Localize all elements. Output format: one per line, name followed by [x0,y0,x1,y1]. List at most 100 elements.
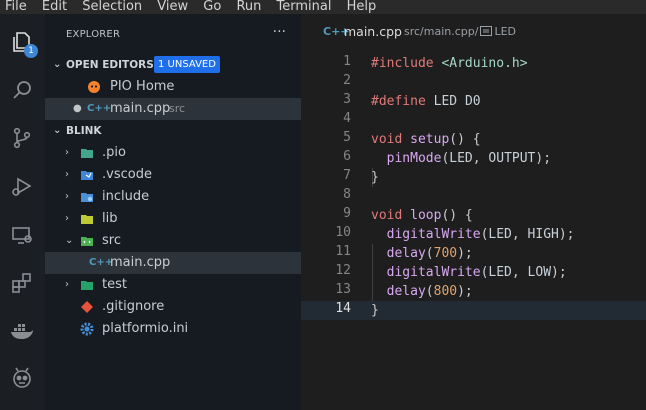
cpp-file-icon: C++ [87,103,112,114]
code-line[interactable]: delay(800); [371,282,473,301]
platformio-file-icon [88,81,100,93]
code-line[interactable] [371,111,379,130]
chevron-down-icon: ⌄ [53,125,62,136]
menu-view[interactable]: View [157,0,188,13]
line-number: 6 [343,149,351,164]
line-number: 4 [343,111,351,126]
folder-pio[interactable]: › ​.pio [45,142,301,164]
menu-edit[interactable]: Edit [42,0,67,13]
chevron-down-icon: ⌄ [53,59,62,70]
explorer-panel: EXPLORER ··· ⌄ OPEN EDITORS 1 UNSAVED PI… [45,14,301,410]
tree-item-label: .gitignore [102,299,165,314]
line-number: 1 [343,54,351,69]
folder-include[interactable]: › include [45,186,301,208]
file-main-cpp[interactable]: C++ main.cpp [45,252,301,274]
menu-file[interactable]: File [5,0,27,13]
code-line[interactable]: } [371,168,379,187]
open-editor-main-cpp[interactable]: ● C++ main.cpp src [45,98,301,120]
run-debug-icon[interactable] [8,172,36,200]
line-number: 7 [343,168,351,183]
code-line[interactable]: #include <Arduino.h> [371,54,528,73]
chevron-right-icon: › [65,191,69,202]
lib-folder-icon [81,215,93,224]
platformio-icon[interactable] [8,364,36,392]
project-label: BLINK [66,125,102,137]
breadcrumb-path: src/main.cpp/ [404,25,479,38]
line-number: 9 [343,206,351,221]
project-header[interactable]: ⌄ BLINK [45,120,301,142]
file-gitignore[interactable]: .gitignore [45,296,301,318]
code-line[interactable]: pinMode(LED, OUTPUT); [371,149,551,168]
activity-bar: 1 [0,14,45,410]
code-line[interactable]: #define LED D0 [371,92,481,111]
menu-run[interactable]: Run [236,0,261,13]
tree-item-label: ​.pio [102,145,126,160]
extensions-icon[interactable] [8,269,36,297]
code-line[interactable] [371,73,379,92]
folder-icon [81,149,93,158]
tree-item-label: .vscode [102,167,152,182]
folder-lib[interactable]: › lib [45,208,301,230]
tree-item-label: src [102,233,121,248]
breadcrumb[interactable]: src/main.cpp/LED [404,14,516,50]
unsaved-dot-icon[interactable]: ● [73,98,82,120]
open-editor-path: src [169,102,186,115]
explorer-icon[interactable]: 1 [8,28,38,58]
folder-test[interactable]: › test [45,274,301,296]
line-number: 10 [335,225,351,240]
breadcrumb-symbol: LED [494,25,517,38]
folder-src[interactable]: ⌄ src [45,230,301,252]
tree-item-label: test [102,277,127,292]
code-line[interactable] [371,187,379,206]
symbol-icon [480,26,493,36]
remote-explorer-icon[interactable] [8,221,36,249]
menu-terminal[interactable]: Terminal [277,0,332,13]
open-editor-label: PIO Home [110,79,175,94]
tree-item-label: platformio.ini [102,321,189,336]
include-folder-icon [81,193,93,202]
tree-item-label: lib [102,211,118,226]
file-platformio-ini[interactable]: platformio.ini [45,318,301,340]
unsaved-badge: 1 UNSAVED [154,56,220,73]
code-line[interactable]: void loop() { [371,206,473,225]
chevron-right-icon: › [65,213,69,224]
search-icon[interactable] [8,76,36,104]
explorer-title: EXPLORER [66,29,121,40]
test-folder-icon [81,281,93,290]
code-line[interactable]: digitalWrite(LED, LOW); [371,263,567,282]
line-number: 8 [343,187,351,202]
src-folder-open-icon [81,237,93,246]
editor-tab-main-cpp[interactable]: C++ main.cpp src/main.cpp/LED [301,14,646,50]
editor-area[interactable]: C++ main.cpp src/main.cpp/LED 1 2 3 4 5 6 7 8 9 1… [301,14,646,410]
code-line[interactable]: void setup() { [371,130,481,149]
code-line[interactable]: digitalWrite(LED, HIGH); [371,225,575,244]
code-line[interactable]: delay(700); [371,244,473,263]
chevron-right-icon: › [65,169,69,180]
open-editors-label: OPEN EDITORS [66,59,154,71]
menu-go[interactable]: Go [203,0,221,13]
gear-icon [80,322,94,336]
chevron-right-icon: › [65,279,69,290]
more-actions-icon[interactable]: ··· [273,24,286,40]
menu-selection[interactable]: Selection [82,0,142,13]
code-line[interactable]: } [371,301,379,320]
tab-file-name: main.cpp [344,24,402,39]
tree-item-label: main.cpp [110,255,171,270]
current-line-highlight [301,301,646,320]
line-number: 5 [343,130,351,145]
line-number: 2 [343,73,351,88]
chevron-down-icon: ⌄ [65,235,74,246]
menu-help[interactable]: Help [347,0,377,13]
open-editor-pio-home[interactable]: PIO Home [45,76,301,98]
menu-bar: File Edit Selection View Go Run Terminal… [0,0,646,14]
line-number: 14 [335,301,351,316]
docker-icon[interactable] [8,317,36,345]
folder-vscode[interactable]: › .vscode [45,164,301,186]
git-icon [81,301,93,313]
open-editor-label: main.cpp [110,101,171,116]
line-number: 11 [335,244,351,259]
explorer-badge: 1 [24,44,38,58]
line-number: 3 [343,92,351,107]
source-control-icon[interactable] [8,124,36,152]
vscode-folder-icon [81,171,93,180]
